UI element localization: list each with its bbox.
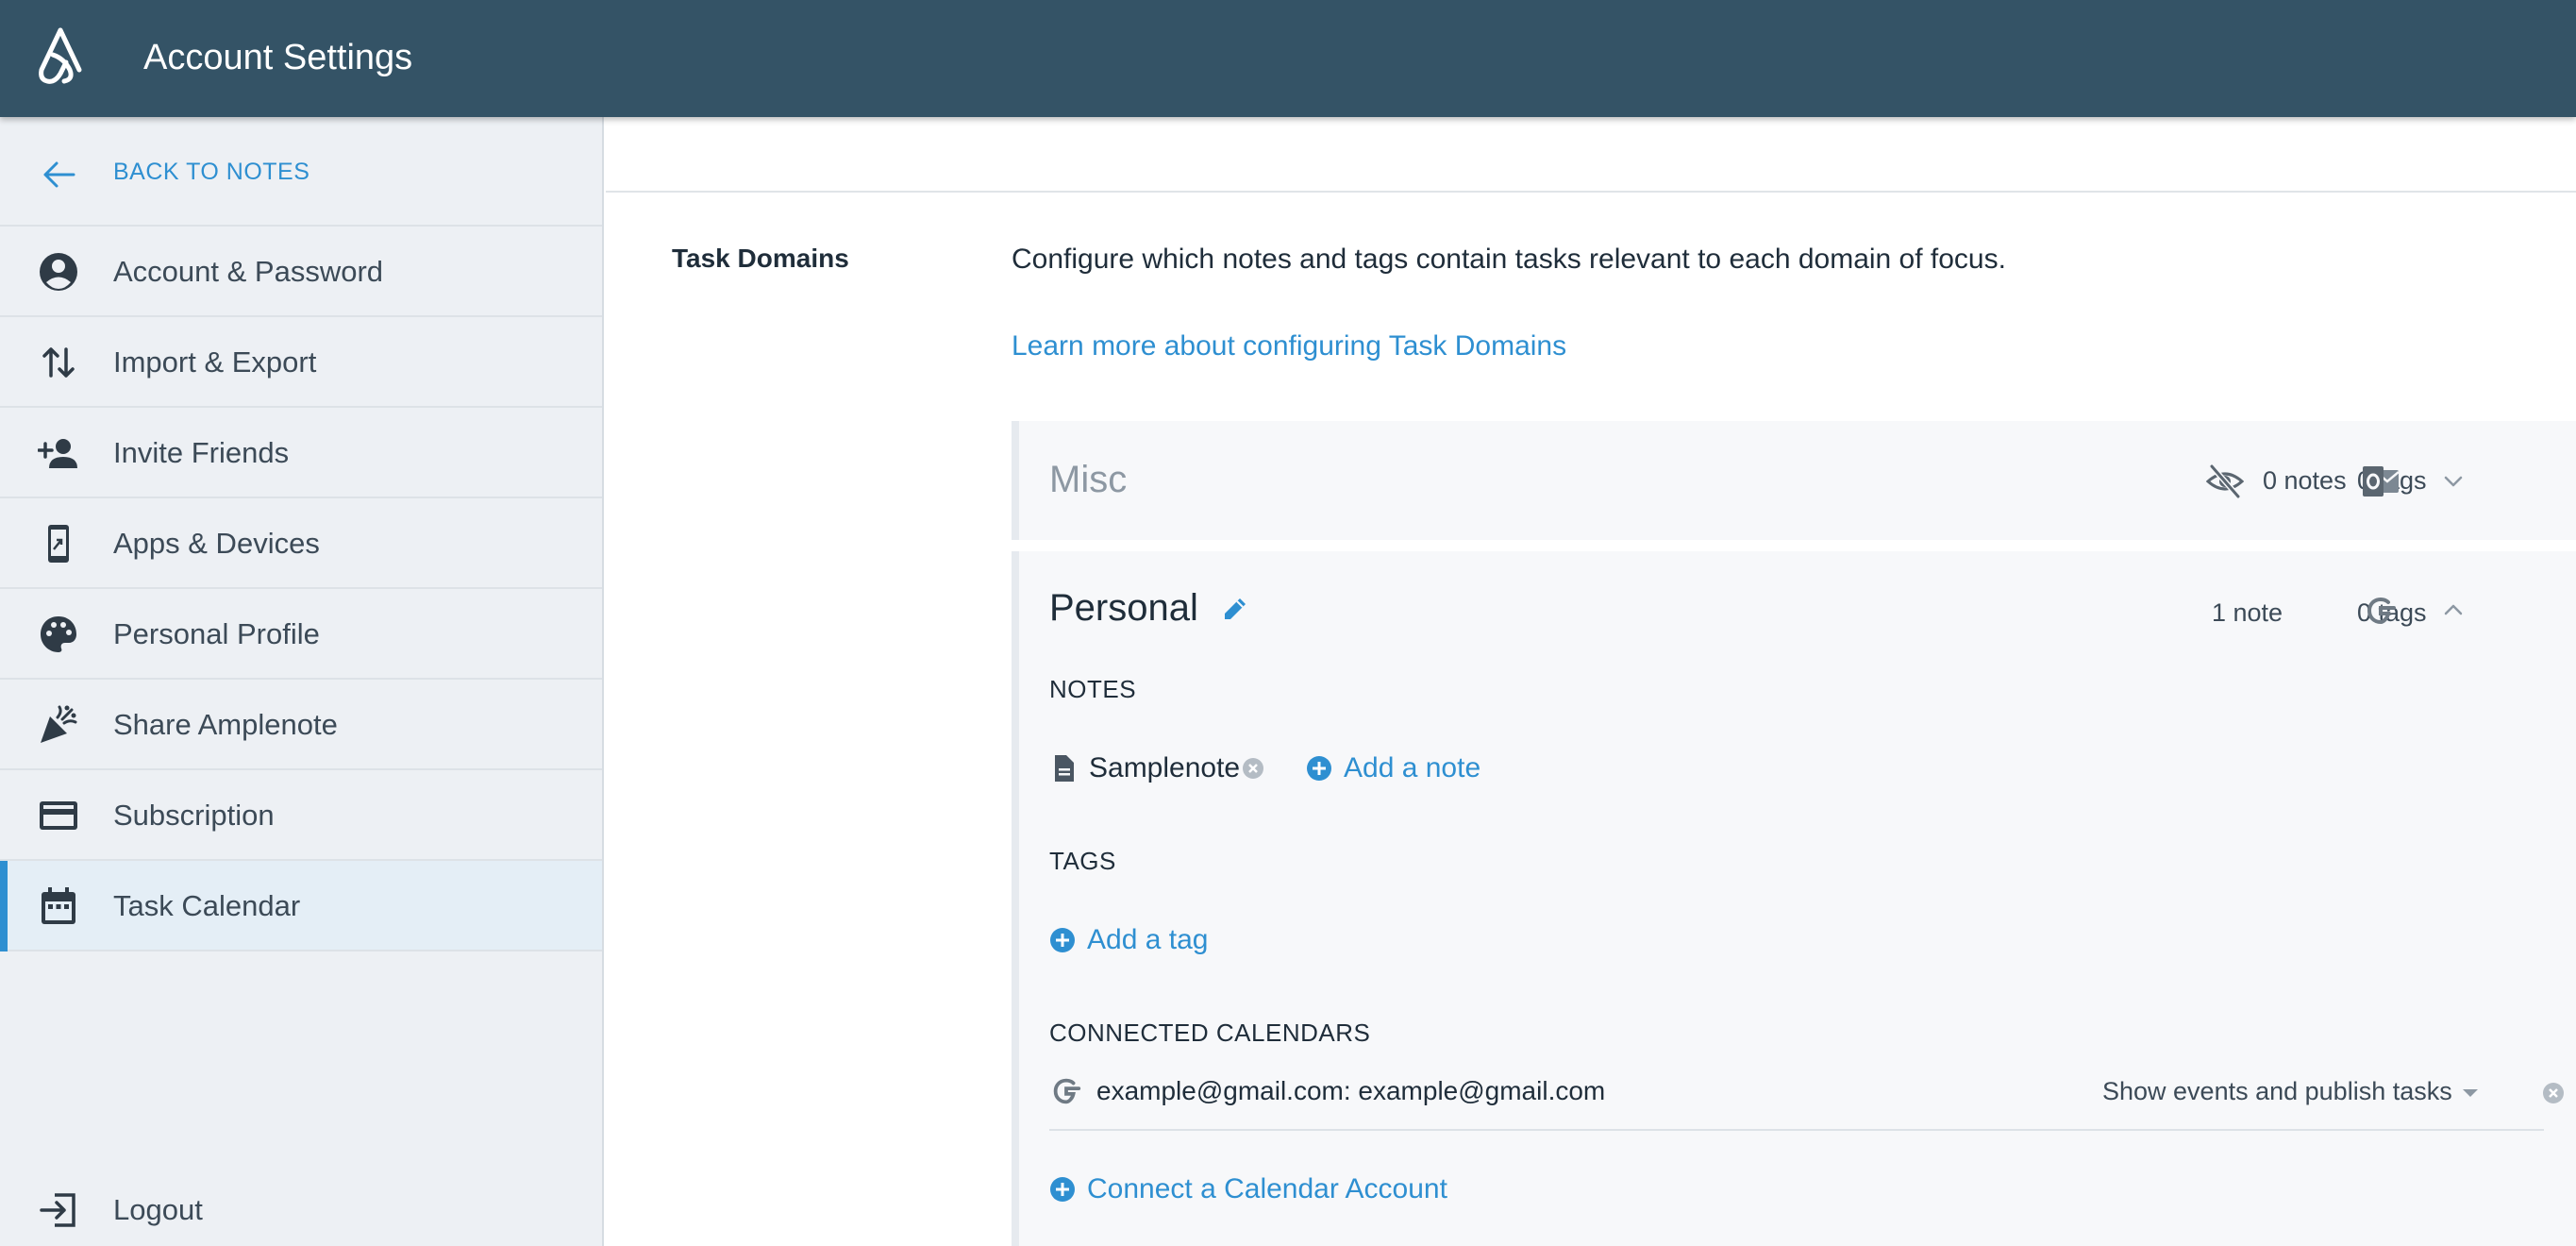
arrow-left-icon: [43, 161, 75, 188]
document-icon: [1055, 755, 1074, 782]
connect-calendar-link[interactable]: Connect a Calendar Account: [1087, 1172, 1447, 1206]
settings-nav: Account & Password Import & Export Invit…: [0, 227, 602, 951]
pencil-icon[interactable]: [1221, 595, 1249, 623]
caret-down-icon[interactable]: [2461, 1087, 2480, 1099]
section-label: Task Domains: [672, 244, 849, 273]
remove-calendar-icon[interactable]: [2542, 1082, 2565, 1104]
sidebar-item-label: Subscription: [113, 799, 275, 832]
sidebar-item-label: Share Amplenote: [113, 708, 338, 741]
chevron-up-icon[interactable]: [2440, 597, 2467, 623]
calendar-mode-select[interactable]: Show events and publish tasks: [2102, 1074, 2452, 1108]
notes-count: 1 note: [2212, 598, 2283, 627]
learn-more-link[interactable]: Learn more about configuring Task Domain…: [1012, 328, 1566, 364]
main-content: Task Domains Configure which notes and t…: [606, 117, 2576, 1246]
visibility-off-icon[interactable]: [2206, 463, 2244, 500]
phone-link-icon: [48, 525, 69, 563]
calendar-icon: [42, 887, 75, 924]
domain-name: Personal: [1049, 587, 1198, 629]
page-title: Account Settings: [143, 38, 413, 77]
chevron-down-icon[interactable]: [2440, 468, 2467, 495]
sidebar-item-account-password[interactable]: Account & Password: [0, 227, 602, 317]
celebration-icon: [41, 705, 77, 743]
sidebar-item-label: Apps & Devices: [113, 527, 320, 560]
sidebar-item-apps-devices[interactable]: Apps & Devices: [0, 498, 602, 589]
notes-count: 0 notes: [2263, 466, 2347, 495]
account-circle-icon: [40, 253, 77, 291]
domain-card-misc[interactable]: Misc 0 notes 0 tags: [1012, 421, 2576, 540]
outlook-icon: [2363, 466, 2399, 497]
add-note-link[interactable]: Add a note: [1344, 751, 1480, 785]
person-add-icon: [38, 439, 77, 468]
back-to-notes-label: BACK TO NOTES: [113, 159, 310, 185]
google-icon: [1053, 1078, 1081, 1104]
palette-icon: [41, 616, 76, 652]
connected-calendars-heading: CONNECTED CALENDARS: [1049, 1019, 1371, 1047]
domain-card-personal: Personal 1 note 0 tags NOTES Samplenote: [1012, 551, 2576, 1246]
sidebar-item-subscription[interactable]: Subscription: [0, 770, 602, 861]
logout-icon: [40, 1193, 75, 1227]
app-header: Account Settings: [0, 0, 2576, 117]
remove-note-icon[interactable]: [1242, 757, 1264, 780]
add-circle-icon: [1050, 1177, 1075, 1202]
sidebar-item-label: Import & Export: [113, 345, 317, 379]
sidebar-item-task-calendar[interactable]: Task Calendar: [0, 861, 602, 951]
notes-heading: NOTES: [1049, 675, 1137, 703]
sidebar-item-import-export[interactable]: Import & Export: [0, 317, 602, 408]
logout-button[interactable]: Logout: [0, 1180, 602, 1246]
section-description: Configure which notes and tags contain t…: [1012, 244, 2006, 275]
calendar-divider: [1049, 1129, 2544, 1131]
sidebar-item-label: Invite Friends: [113, 436, 290, 469]
back-to-notes-link[interactable]: BACK TO NOTES: [0, 117, 602, 227]
top-band: [606, 117, 2576, 193]
sidebar-item-share-amplenote[interactable]: Share Amplenote: [0, 680, 602, 770]
amplenote-logo[interactable]: [36, 26, 85, 87]
add-circle-icon: [1307, 756, 1331, 781]
tags-heading: TAGS: [1049, 847, 1116, 875]
google-icon: [2367, 597, 2396, 625]
sidebar-item-personal-profile[interactable]: Personal Profile: [0, 589, 602, 680]
sidebar-item-label: Personal Profile: [113, 617, 320, 650]
sidebar-item-label: Task Calendar: [113, 889, 301, 922]
domain-name: Misc: [1049, 459, 1128, 500]
swap-vertical-icon: [42, 347, 75, 378]
note-chip-samplenote[interactable]: Samplenote: [1089, 751, 1240, 785]
add-circle-icon: [1050, 928, 1075, 952]
calendar-account-label: example@gmail.com: example@gmail.com: [1096, 1076, 1606, 1105]
sidebar: BACK TO NOTES Account & Password Import …: [0, 117, 604, 1246]
add-tag-link[interactable]: Add a tag: [1087, 923, 1208, 957]
logout-label: Logout: [113, 1193, 203, 1226]
credit-card-icon: [40, 801, 77, 830]
sidebar-item-label: Account & Password: [113, 255, 384, 288]
sidebar-item-invite-friends[interactable]: Invite Friends: [0, 408, 602, 498]
